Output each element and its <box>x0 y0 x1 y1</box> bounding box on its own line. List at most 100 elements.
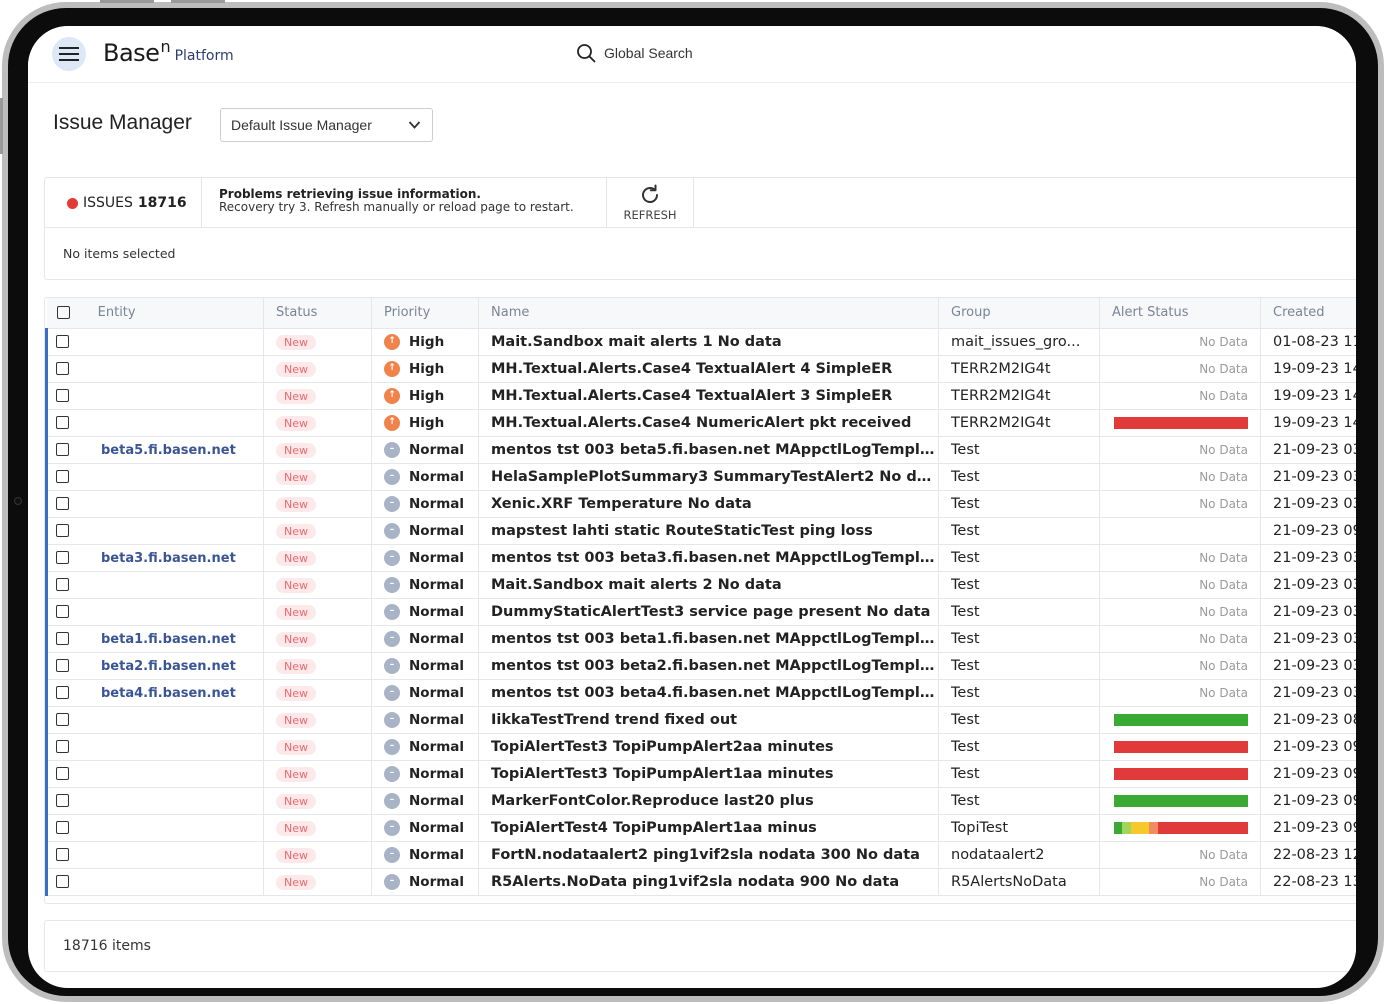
table-row[interactable]: New – Normal Mait.Sandbox mait alerts 2 No … <box>45 571 1356 599</box>
entity-link[interactable]: beta2.fi.basen.net <box>101 659 236 674</box>
table-row[interactable]: New – Normal Xenic.XRF Temperature No data T… <box>45 490 1356 518</box>
alert-status-bar[interactable] <box>1114 794 1248 807</box>
priority-cell: – Normal <box>371 517 479 545</box>
table-row[interactable]: New – Normal TopiAlertTest3 TopiPumpAlert2a… <box>45 733 1356 761</box>
column-header-name[interactable]: Name <box>478 298 939 329</box>
alert-status-bar[interactable] <box>1114 821 1248 834</box>
name-cell[interactable]: TopiAlertTest4 TopiPumpAlert1aa minus <box>478 814 939 842</box>
column-header-created[interactable]: Created <box>1260 298 1356 329</box>
entity-link[interactable]: beta3.fi.basen.net <box>101 551 236 566</box>
column-header-alert-status[interactable]: Alert Status <box>1099 298 1261 329</box>
name-cell[interactable]: Mait.Sandbox mait alerts 1 No data <box>478 328 939 356</box>
entity-cell <box>45 706 264 734</box>
name-cell[interactable]: TopiAlertTest3 TopiPumpAlert1aa minutes <box>478 760 939 788</box>
row-checkbox[interactable] <box>56 524 69 537</box>
row-checkbox[interactable] <box>56 740 69 753</box>
priority-cell: – Normal <box>371 490 479 518</box>
row-checkbox[interactable] <box>56 497 69 510</box>
table-row[interactable]: New – Normal R5Alerts.NoData ping1vif2sla n… <box>45 868 1356 896</box>
row-checkbox[interactable] <box>56 794 69 807</box>
name-cell[interactable]: MarkerFontColor.Reproduce last20 plus <box>478 787 939 815</box>
name-cell[interactable]: DummyStaticAlertTest3 service page prese… <box>478 598 939 626</box>
table-row[interactable]: New – Normal TopiAlertTest4 TopiPumpAlert1a… <box>45 814 1356 842</box>
entity-link[interactable]: beta4.fi.basen.net <box>101 686 236 701</box>
table-row[interactable]: New ↑ High MH.Textual.Alerts.Case4 NumericA… <box>45 409 1356 437</box>
row-checkbox[interactable] <box>56 821 69 834</box>
row-checkbox[interactable] <box>56 659 69 672</box>
name-cell[interactable]: mentos tst 003 beta1.fi.basen.net MAppct… <box>478 625 939 653</box>
row-checkbox[interactable] <box>56 362 69 375</box>
menu-button[interactable] <box>52 37 86 71</box>
column-header-entity[interactable]: Entity <box>46 298 264 329</box>
alert-status-bar[interactable] <box>1114 740 1248 753</box>
alert-status-segment <box>1114 767 1248 780</box>
table-row[interactable]: beta1.fi.basen.net New – Normal mentos tst 0… <box>45 625 1356 653</box>
refresh-button[interactable]: REFRESH <box>607 178 694 228</box>
status-cell: New <box>263 841 372 869</box>
row-checkbox[interactable] <box>56 875 69 888</box>
alert-status-cell <box>1099 733 1261 761</box>
alert-status-bar[interactable] <box>1114 713 1248 726</box>
alert-status-bar[interactable] <box>1114 767 1248 780</box>
table-row[interactable]: New – Normal FortN.nodataalert2 ping1vif2sl… <box>45 841 1356 869</box>
priority-label: Normal <box>409 873 465 890</box>
entity-cell <box>45 841 264 869</box>
entity-cell <box>45 355 264 383</box>
column-header-status[interactable]: Status <box>263 298 372 329</box>
table-row[interactable]: New – Normal MarkerFontColor.Reproduce last… <box>45 787 1356 815</box>
row-checkbox[interactable] <box>56 848 69 861</box>
alert-status-bar[interactable] <box>1114 416 1248 429</box>
table-row[interactable]: New – Normal HelaSamplePlotSummary3 Summary… <box>45 463 1356 491</box>
status-cell: New <box>263 760 372 788</box>
column-header-priority[interactable]: Priority <box>371 298 479 329</box>
select-all-checkbox[interactable] <box>56 306 70 320</box>
table-row[interactable]: beta4.fi.basen.net New – Normal mentos tst 0… <box>45 679 1356 707</box>
logo[interactable]: Base n Platform <box>103 37 234 68</box>
name-cell[interactable]: Mait.Sandbox mait alerts 2 No data <box>478 571 939 599</box>
column-header-group[interactable]: Group <box>938 298 1100 329</box>
table-row[interactable]: New – Normal DummyStaticAlertTest3 service … <box>45 598 1356 626</box>
row-checkbox[interactable] <box>56 443 69 456</box>
priority-label: Normal <box>409 738 465 755</box>
name-cell[interactable]: mentos tst 003 beta4.fi.basen.net MAppct… <box>478 679 939 707</box>
name-cell[interactable]: Xenic.XRF Temperature No data <box>478 490 939 518</box>
name-cell[interactable]: TopiAlertTest3 TopiPumpAlert2aa minutes <box>478 733 939 761</box>
row-checkbox[interactable] <box>56 335 69 348</box>
name-cell[interactable]: mentos tst 003 beta5.fi.basen.net MAppct… <box>478 436 939 464</box>
table-row[interactable]: New ↑ High Mait.Sandbox mait alerts 1 No da… <box>45 328 1356 356</box>
row-checkbox[interactable] <box>56 389 69 402</box>
issue-manager-select[interactable]: Default Issue Manager <box>220 108 433 142</box>
table-row[interactable]: New – Normal TopiAlertTest3 TopiPumpAlert1a… <box>45 760 1356 788</box>
row-checkbox[interactable] <box>56 632 69 645</box>
table-row[interactable]: New ↑ High MH.Textual.Alerts.Case4 TextualA… <box>45 382 1356 410</box>
table-row[interactable]: New – Normal mapstest lahti static RouteSta… <box>45 517 1356 545</box>
name-cell[interactable]: mapstest lahti static RouteStaticTest pi… <box>478 517 939 545</box>
entity-link[interactable]: beta1.fi.basen.net <box>101 632 236 647</box>
table-row[interactable]: beta3.fi.basen.net New – Normal mentos tst 0… <box>45 544 1356 572</box>
table-row[interactable]: beta5.fi.basen.net New – Normal mentos tst 0… <box>45 436 1356 464</box>
row-checkbox[interactable] <box>56 551 69 564</box>
entity-link[interactable]: beta5.fi.basen.net <box>101 443 236 458</box>
row-checkbox[interactable] <box>56 416 69 429</box>
table-row[interactable]: New – Normal IikkaTestTrend trend fixed out… <box>45 706 1356 734</box>
priority-label: Normal <box>409 495 465 512</box>
name-cell[interactable]: mentos tst 003 beta3.fi.basen.net MAppct… <box>478 544 939 572</box>
name-cell[interactable]: mentos tst 003 beta2.fi.basen.net MAppct… <box>478 652 939 680</box>
name-cell[interactable]: R5Alerts.NoData ping1vif2sla nodata 900 … <box>478 868 939 896</box>
name-cell[interactable]: MH.Textual.Alerts.Case4 TextualAlert 4 S… <box>478 355 939 383</box>
global-search[interactable]: Global Search <box>576 43 693 63</box>
name-cell[interactable]: HelaSamplePlotSummary3 SummaryTestAlert2… <box>478 463 939 491</box>
alert-status-cell <box>1099 517 1261 545</box>
row-checkbox[interactable] <box>56 686 69 699</box>
table-row[interactable]: New ↑ High MH.Textual.Alerts.Case4 TextualA… <box>45 355 1356 383</box>
name-cell[interactable]: MH.Textual.Alerts.Case4 NumericAlert pkt… <box>478 409 939 437</box>
row-checkbox[interactable] <box>56 605 69 618</box>
row-checkbox[interactable] <box>56 578 69 591</box>
name-cell[interactable]: MH.Textual.Alerts.Case4 TextualAlert 3 S… <box>478 382 939 410</box>
name-cell[interactable]: FortN.nodataalert2 ping1vif2sla nodata 3… <box>478 841 939 869</box>
row-checkbox[interactable] <box>56 470 69 483</box>
row-checkbox[interactable] <box>56 767 69 780</box>
row-checkbox[interactable] <box>56 713 69 726</box>
table-row[interactable]: beta2.fi.basen.net New – Normal mentos tst 0… <box>45 652 1356 680</box>
name-cell[interactable]: IikkaTestTrend trend fixed out <box>478 706 939 734</box>
